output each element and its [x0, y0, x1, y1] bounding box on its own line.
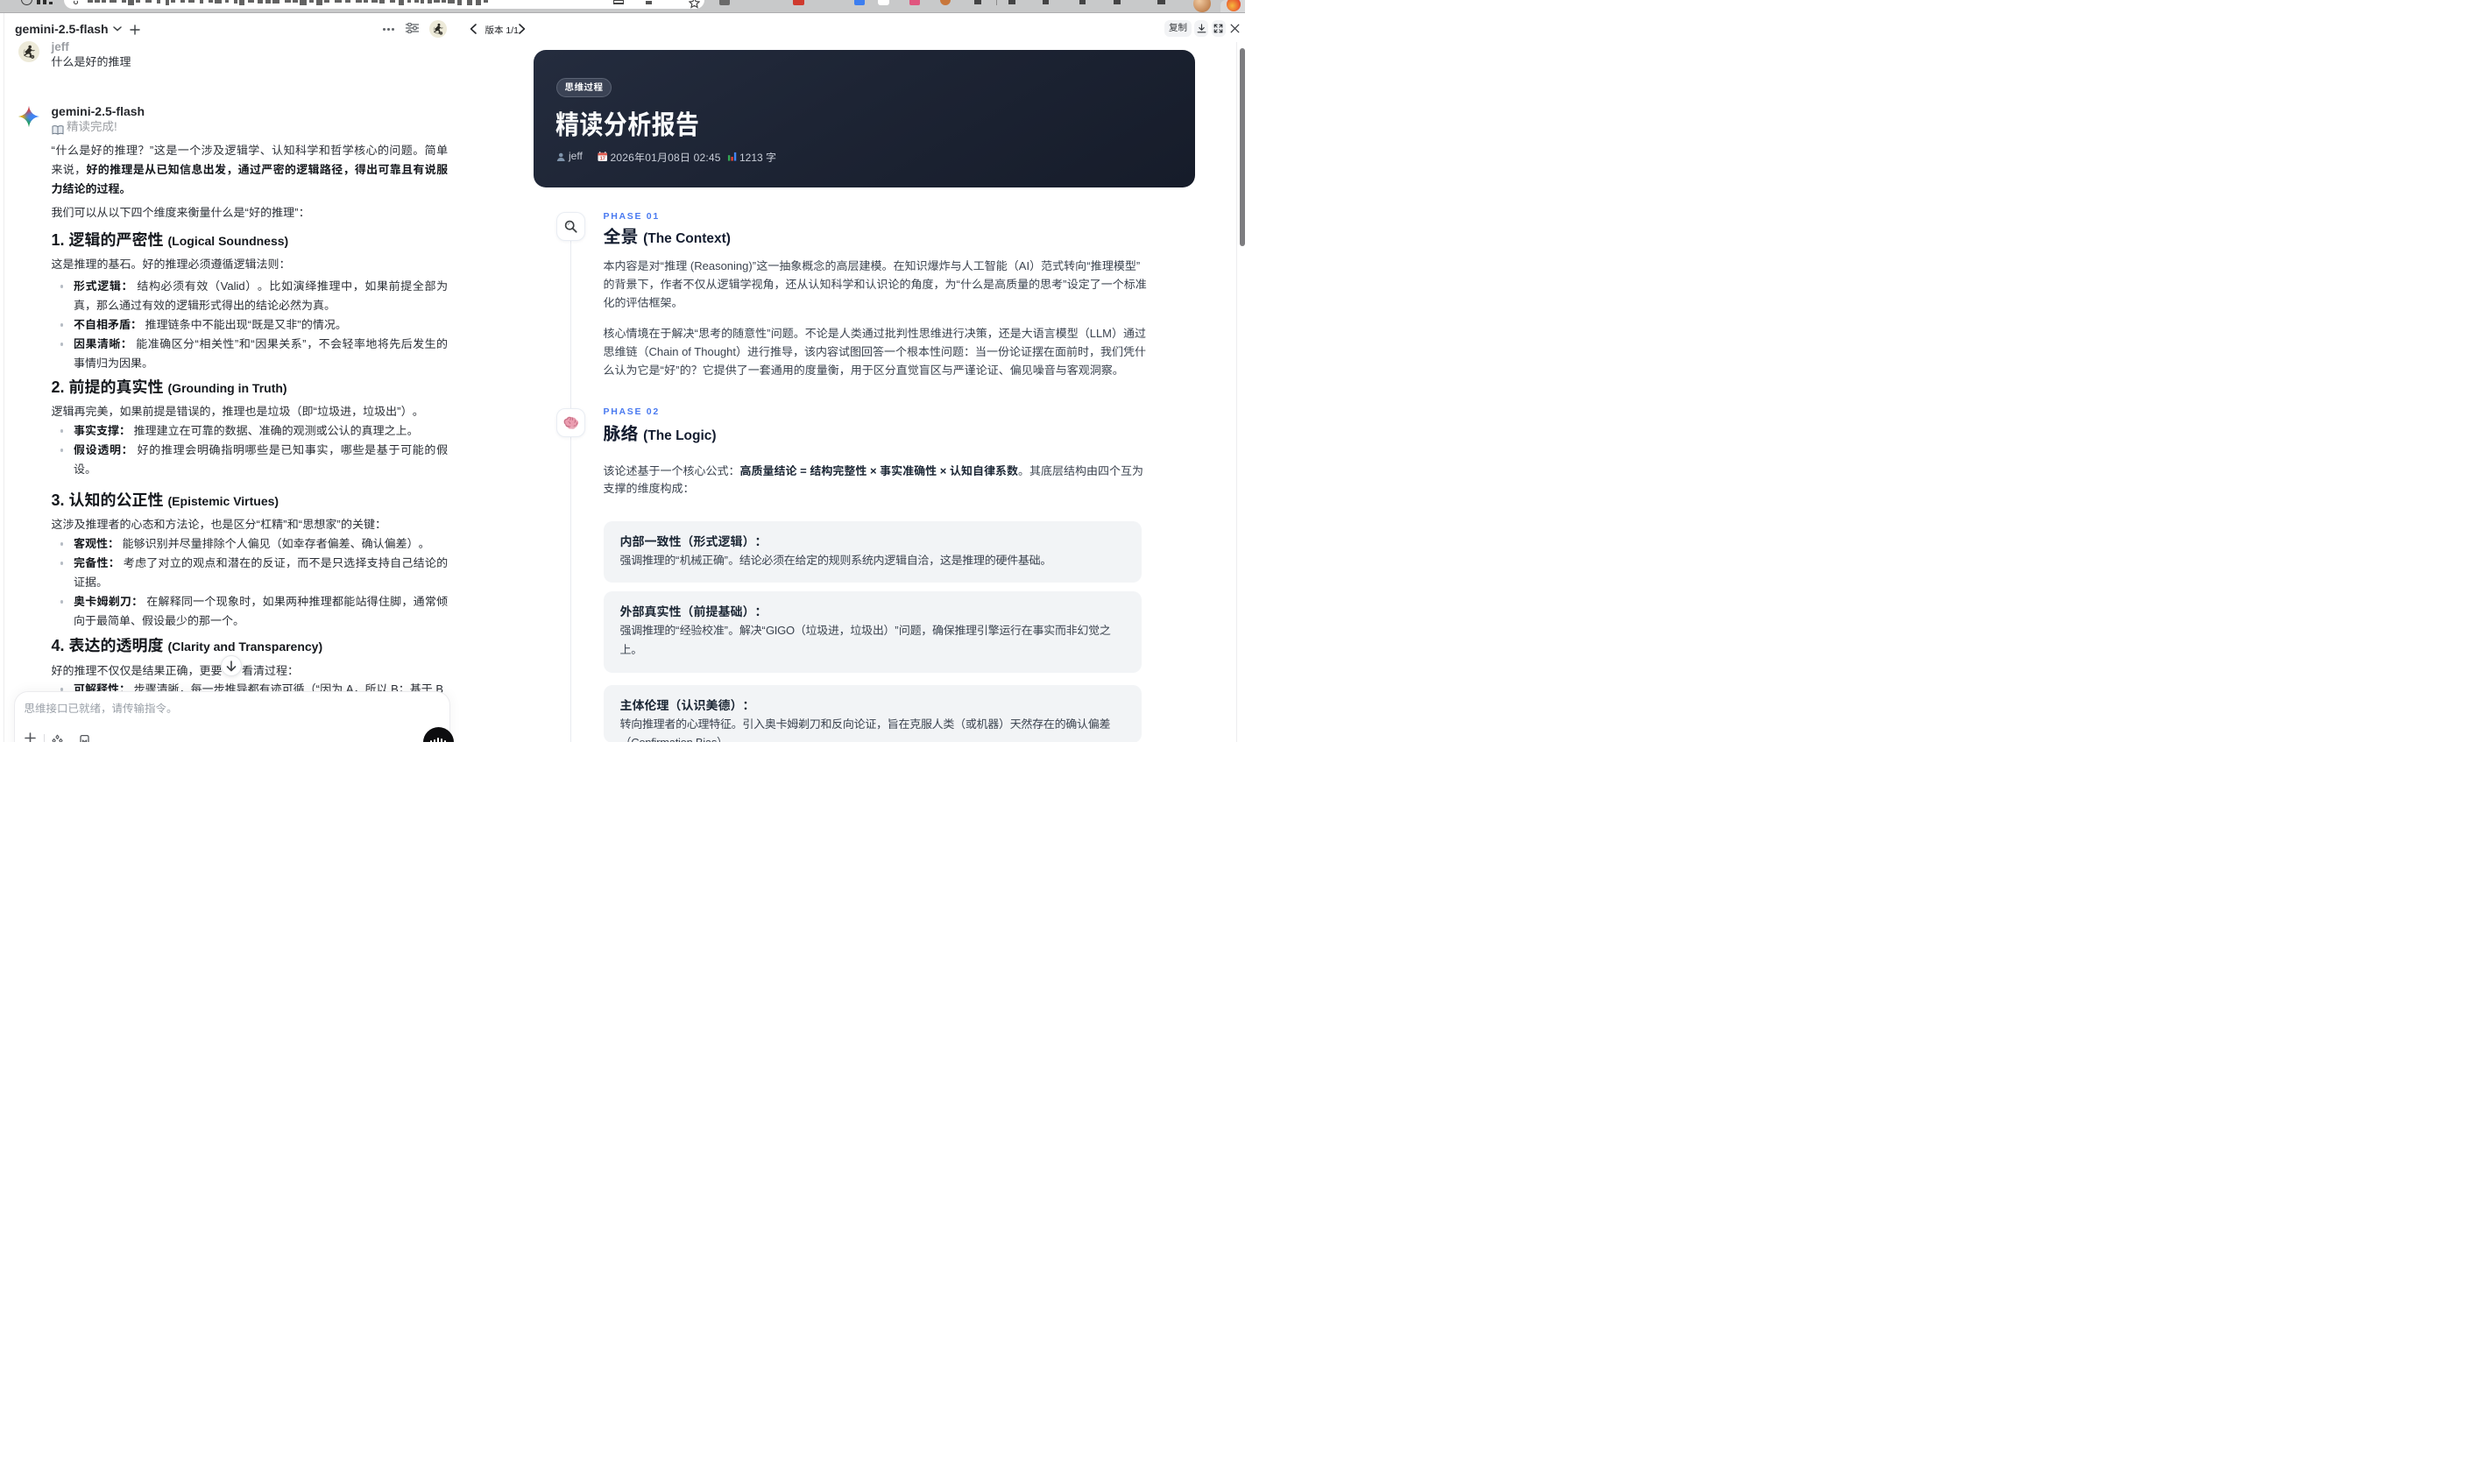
svg-text:17: 17 [599, 156, 605, 161]
